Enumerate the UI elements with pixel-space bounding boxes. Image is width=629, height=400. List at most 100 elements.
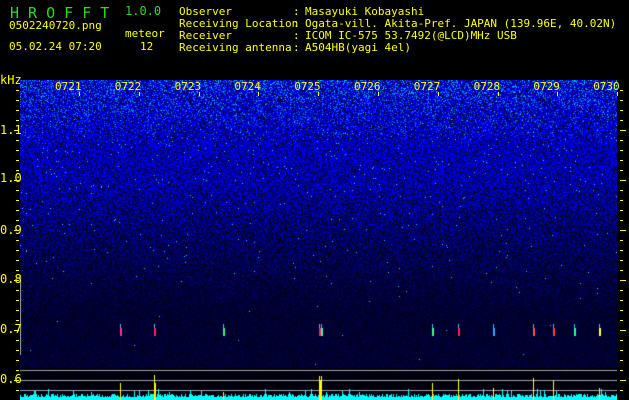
info-label: Receiving antenna xyxy=(179,41,292,54)
y-tick-label: 1.0 xyxy=(0,171,22,185)
y-tick-mark xyxy=(620,340,623,341)
y-tick-mark xyxy=(16,90,19,91)
x-tick-label: 0730 xyxy=(593,80,620,93)
info-label: Observer xyxy=(179,5,232,18)
y-tick-mark xyxy=(620,240,623,241)
y-tick-mark xyxy=(16,340,19,341)
info-label: Receiver xyxy=(179,29,232,42)
y-tick-mark xyxy=(620,250,623,251)
y-tick-mark xyxy=(16,100,19,101)
y-tick-mark xyxy=(620,220,623,221)
y-tick-mark xyxy=(14,230,19,231)
y-tick-mark xyxy=(620,190,623,191)
x-tick-mark xyxy=(139,92,140,96)
x-tick-label: 0728 xyxy=(473,80,501,93)
y-tick-mark xyxy=(620,200,623,201)
y-tick-mark xyxy=(16,170,19,171)
y-tick-mark xyxy=(16,350,19,351)
y-tick-mark xyxy=(620,370,623,371)
info-value: Ogata-vill. Akita-Pref. JAPAN (139.96E, … xyxy=(305,17,617,30)
y-tick-mark xyxy=(620,150,623,151)
info-value: A504HB(yagi 4el) xyxy=(305,41,411,54)
y-tick-mark xyxy=(16,190,19,191)
y-tick-mark xyxy=(16,360,19,361)
y-tick-mark xyxy=(620,310,623,311)
y-tick-mark xyxy=(620,90,623,91)
y-tick-mark xyxy=(16,120,19,121)
info-value: Masayuki Kobayashi xyxy=(305,5,425,18)
y-tick-mark xyxy=(620,130,626,131)
spectrogram xyxy=(20,80,617,400)
y-tick-mark xyxy=(620,330,626,331)
y-tick-mark xyxy=(620,260,623,261)
y-tick-mark xyxy=(620,270,623,271)
y-axis-label: kHz xyxy=(0,73,22,87)
info-colon: : xyxy=(293,41,300,54)
meteor-count: 12 xyxy=(140,40,154,53)
y-tick-mark xyxy=(16,260,19,261)
y-tick-mark xyxy=(620,180,626,181)
y-tick-mark xyxy=(620,280,626,281)
y-tick-mark xyxy=(16,270,19,271)
y-tick-mark xyxy=(620,210,623,211)
y-tick-mark xyxy=(620,380,626,381)
x-tick-label: 0727 xyxy=(413,80,441,93)
y-tick-mark xyxy=(16,240,19,241)
x-tick-label: 0723 xyxy=(174,80,202,93)
x-tick-mark xyxy=(438,92,439,96)
y-tick-mark xyxy=(620,110,623,111)
info-colon: : xyxy=(293,5,300,18)
y-tick-mark xyxy=(620,320,623,321)
x-tick-mark xyxy=(79,92,80,96)
y-tick-mark xyxy=(16,370,19,371)
y-tick-mark xyxy=(14,380,19,381)
y-tick-mark xyxy=(620,140,623,141)
y-tick-mark xyxy=(16,210,19,211)
y-tick-mark xyxy=(620,350,623,351)
y-tick-mark xyxy=(620,120,623,121)
info-label: Receiving Location xyxy=(179,17,299,30)
y-tick-mark xyxy=(620,230,626,231)
x-tick-mark xyxy=(318,92,319,96)
x-tick-label: 0724 xyxy=(234,80,261,93)
datetime: 05.02.24 07:20 xyxy=(9,40,102,53)
y-tick-mark xyxy=(14,180,19,181)
y-tick-mark xyxy=(16,200,19,201)
y-tick-mark xyxy=(14,280,19,281)
y-tick-mark xyxy=(620,170,623,171)
y-tick-mark xyxy=(16,150,19,151)
x-tick-label: 0729 xyxy=(533,80,560,93)
x-tick-label: 0725 xyxy=(294,80,321,93)
y-tick-mark xyxy=(16,320,19,321)
info-colon: : xyxy=(293,17,300,30)
app-version: 1.0.0 xyxy=(125,4,162,18)
x-tick-mark xyxy=(617,92,618,96)
x-tick-mark xyxy=(258,92,259,96)
x-tick-mark xyxy=(498,92,499,96)
y-tick-mark xyxy=(620,100,623,101)
y-tick-mark xyxy=(14,330,19,331)
y-tick-mark xyxy=(16,250,19,251)
filename: 0502240720.png xyxy=(9,19,102,32)
y-tick-mark xyxy=(620,360,623,361)
x-tick-mark xyxy=(378,92,379,96)
x-tick-label: 0722 xyxy=(114,80,142,93)
meteor-label: meteor xyxy=(125,27,165,40)
y-tick-mark xyxy=(620,160,623,161)
x-tick-label: 0721 xyxy=(55,80,82,93)
y-tick-mark xyxy=(620,290,623,291)
x-tick-mark xyxy=(557,92,558,96)
info-value: ICOM IC-575 53.7492(@LCD)MHz USB xyxy=(305,29,517,42)
x-tick-mark xyxy=(199,92,200,96)
x-tick-label: 0726 xyxy=(354,80,381,93)
y-tick-mark xyxy=(14,130,19,131)
y-tick-mark xyxy=(16,300,19,301)
info-colon: : xyxy=(293,29,300,42)
y-tick-mark xyxy=(16,110,19,111)
y-tick-mark xyxy=(16,140,19,141)
y-tick-mark xyxy=(16,160,19,161)
y-tick-mark xyxy=(16,290,19,291)
y-tick-mark xyxy=(16,220,19,221)
y-tick-mark xyxy=(620,390,623,391)
y-tick-mark xyxy=(620,300,623,301)
